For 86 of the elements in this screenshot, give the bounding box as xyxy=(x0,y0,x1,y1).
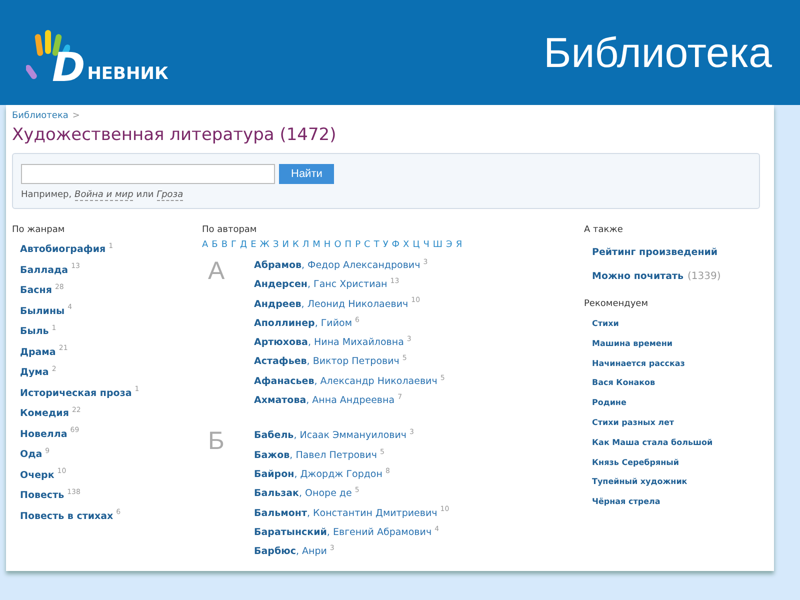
alphabet-link[interactable]: И xyxy=(282,240,289,250)
alphabet-link[interactable]: О xyxy=(334,240,342,250)
author-link[interactable]: Астафьев, Виктор Петрович $^{5}$ xyxy=(254,352,445,372)
author-link[interactable]: Байрон, Джордж Гордон $^{8}$ xyxy=(254,464,450,484)
section-heading: А также xyxy=(584,225,624,235)
alphabet-link[interactable]: Х xyxy=(403,240,410,250)
genre-link[interactable]: Басня $^{28}$ xyxy=(20,281,202,302)
group-letter: А xyxy=(207,256,226,287)
alphabet-link[interactable]: З xyxy=(272,240,279,250)
genre-link[interactable]: Баллада $^{13}$ xyxy=(20,260,202,281)
logo-letter: D xyxy=(52,48,86,88)
alphabet-link[interactable]: Е xyxy=(250,240,256,250)
recommended-link[interactable]: Вася Конаков xyxy=(592,373,760,394)
author-link[interactable]: Афанасьев, Александр Николаевич $^{5}$ xyxy=(254,372,445,392)
genre-link[interactable]: Былины $^{4}$ xyxy=(20,302,202,322)
alphabet-link[interactable]: Я xyxy=(456,240,462,250)
genre-link[interactable]: Автобиография $^{1}$ xyxy=(20,240,202,260)
recommended-link[interactable]: Стихи разных лет xyxy=(592,412,760,433)
author-link[interactable]: Андерсен, Ганс Христиан $^{13}$ xyxy=(254,275,445,295)
recommended-link[interactable]: Как Маша стала большой xyxy=(592,432,760,453)
alphabet-link[interactable]: Т xyxy=(374,240,380,250)
genre-link[interactable]: Ода $^{9}$ xyxy=(20,445,202,466)
alphabet-link[interactable]: У xyxy=(382,240,388,250)
genre-link[interactable]: Новелла $^{69}$ xyxy=(20,424,202,445)
section-heading: По авторам xyxy=(202,225,258,235)
recommended-link[interactable]: Начинается рассказ xyxy=(592,354,760,374)
search-field[interactable] xyxy=(21,164,275,184)
author-link[interactable]: Бальзак, Оноре де $^{5}$ xyxy=(254,484,450,504)
genre-link[interactable]: Драма $^{21}$ xyxy=(20,342,202,363)
alphabet-link[interactable]: Н xyxy=(324,240,331,250)
alphabet-link[interactable]: Ш xyxy=(432,240,443,250)
author-link[interactable]: Барбюс, Анри $^{3}$ xyxy=(254,542,450,562)
alphabet-link[interactable]: Ф xyxy=(392,240,400,250)
alphabet-link[interactable]: Г xyxy=(231,240,237,250)
author-link[interactable]: Артюхова, Нина Михайловна $^{3}$ xyxy=(254,333,445,352)
alphabet-link[interactable]: Р xyxy=(355,240,361,250)
genre-link[interactable]: Повесть $^{138}$ xyxy=(20,486,202,506)
alphabet-link[interactable]: В xyxy=(221,240,228,250)
alphabet-link[interactable]: К xyxy=(292,240,299,250)
author-link[interactable]: Бабель, Исаак Эммануилович $^{3}$ xyxy=(254,426,450,446)
genre-link[interactable]: Комедия $^{22}$ xyxy=(20,404,202,424)
alphabet-link[interactable]: Л xyxy=(302,240,310,250)
alphabet-link[interactable]: П xyxy=(344,240,352,250)
recommended-link[interactable]: Родине xyxy=(592,393,760,413)
author-link[interactable]: Бальмонт, Константин Дмитриевич $^{10}$ xyxy=(254,504,450,523)
example-link[interactable]: Война и мир xyxy=(74,190,134,201)
group-letter: Б xyxy=(207,426,226,458)
alphabet-link[interactable]: Э xyxy=(446,240,452,250)
also-link[interactable]: Можно почитать xyxy=(592,270,684,282)
breadcrumb-separator: > xyxy=(72,111,80,121)
breadcrumb-link[interactable]: Библиотека xyxy=(12,111,68,121)
alphabet-link[interactable]: Ж xyxy=(260,240,270,250)
page-title: Художественная литература (1472) xyxy=(12,125,338,145)
alphabet-link[interactable]: А xyxy=(202,240,208,250)
recommended-link[interactable]: Князь Серебряный xyxy=(592,452,760,472)
alphabet-link[interactable]: Д xyxy=(240,240,248,250)
genre-link[interactable]: Повесть в стихах $^{6}$ xyxy=(20,506,202,527)
genre-link[interactable]: Дума $^{2}$ xyxy=(20,363,202,384)
genre-link[interactable]: Очерк $^{10}$ xyxy=(20,466,202,486)
recommended-link[interactable]: Чёрная стрела xyxy=(592,492,760,512)
search-button[interactable]: Найти xyxy=(279,164,334,184)
recommended-link[interactable]: Машина времени xyxy=(592,334,760,354)
alphabet-link[interactable]: Ц xyxy=(412,240,420,250)
genre-link[interactable]: Быль $^{1}$ xyxy=(20,322,202,342)
alphabet-link[interactable]: Б xyxy=(212,240,218,250)
recommended-link[interactable]: Тупейный художник xyxy=(592,472,760,492)
search-hint: Например, Война и мир или Гроза xyxy=(21,190,184,200)
slide-title: Библиотека xyxy=(544,28,772,76)
author-link[interactable]: Аполлинер, Гийом $^{6}$ xyxy=(254,314,445,334)
author-link[interactable]: Андреев, Леонид Николаевич $^{10}$ xyxy=(254,294,445,314)
alphabet-link[interactable]: М xyxy=(312,240,320,250)
example-link[interactable]: Гроза xyxy=(156,190,184,201)
alphabet-link[interactable]: Ч xyxy=(423,240,430,250)
logo[interactable]: D НЕВНИК xyxy=(26,18,168,88)
also-link[interactable]: Рейтинг произведений xyxy=(592,247,718,258)
logo-text: НЕВНИК xyxy=(87,64,168,84)
author-link[interactable]: Баратынский, Евгений Абрамович $^{4}$ xyxy=(254,522,450,542)
count-label: (1339) xyxy=(688,270,721,282)
author-link[interactable]: Бажов, Павел Петрович $^{5}$ xyxy=(254,446,450,465)
author-link[interactable]: Ахматова, Анна Андреевна $^{7}$ xyxy=(254,391,445,410)
author-link[interactable]: Абрамов, Федор Александрович $^{3}$ xyxy=(254,256,445,276)
recommended-link[interactable]: Стихи xyxy=(592,314,760,334)
genre-link[interactable]: Историческая проза $^{1}$ xyxy=(20,384,202,404)
section-heading: По жанрам xyxy=(12,225,66,235)
alphabet-link[interactable]: С xyxy=(364,240,370,250)
section-heading: Рекомендуем xyxy=(584,299,649,309)
